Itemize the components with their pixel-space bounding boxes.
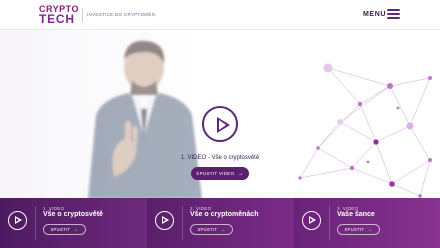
play-icon[interactable]: [202, 106, 238, 142]
card-start-label: SPUSTIT: [50, 227, 71, 232]
video-card-1[interactable]: 1. VIDEO Vše o cryptosvětě SPUSTIT →: [0, 198, 147, 248]
arrow-right-icon: →: [237, 170, 244, 177]
presenter-image: [88, 40, 202, 198]
play-icon[interactable]: [8, 211, 27, 230]
logo-text-bottom: TECH: [39, 12, 75, 26]
video-title: 1. VIDEO - Vše o cryptosvětě: [180, 155, 260, 161]
card-divider: [329, 206, 330, 240]
hero-section: 1. VIDEO - Vše o cryptosvětě SPUSTIT VID…: [0, 31, 440, 198]
arrow-right-icon: →: [73, 226, 79, 233]
video-cards: 1. VIDEO Vše o cryptosvětě SPUSTIT → 2. …: [0, 198, 440, 248]
play-icon[interactable]: [155, 211, 174, 230]
crypto-tech-logo[interactable]: CRYPTO TECH: [39, 5, 79, 26]
site-tagline: INVESTICE DO CRYPTOMĚN: [87, 12, 156, 17]
card-start-button[interactable]: SPUSTIT →: [43, 224, 86, 235]
arrow-right-icon: →: [220, 226, 226, 233]
start-video-label: SPUSTIT VIDEO: [196, 171, 235, 176]
network-graphic: [298, 63, 432, 198]
arrow-right-icon: →: [367, 226, 373, 233]
card-start-label: SPUSTIT: [197, 227, 218, 232]
play-icon[interactable]: [302, 211, 321, 230]
card-title: Vše o cryptoměnách: [190, 211, 259, 218]
start-video-button[interactable]: SPUSTIT VIDEO →: [191, 167, 249, 180]
card-start-button[interactable]: SPUSTIT →: [337, 224, 380, 235]
site-header: CRYPTO TECH INVESTICE DO CRYPTOMĚN MENU: [0, 0, 440, 30]
card-title: Vaše šance: [337, 211, 375, 218]
card-divider: [182, 206, 183, 240]
page: CRYPTO TECH INVESTICE DO CRYPTOMĚN MENU: [0, 0, 440, 248]
card-title: Vše o cryptosvětě: [43, 211, 103, 218]
logo-divider: [82, 8, 83, 22]
video-card-2[interactable]: 2. VIDEO Vše o cryptoměnách SPUSTIT →: [147, 198, 294, 248]
card-start-button[interactable]: SPUSTIT →: [190, 224, 233, 235]
card-divider: [35, 206, 36, 240]
video-card-3[interactable]: 3. VIDEO Vaše šance SPUSTIT →: [294, 198, 440, 248]
menu-label[interactable]: MENU: [363, 11, 386, 18]
hamburger-icon[interactable]: [387, 9, 400, 20]
card-start-label: SPUSTIT: [344, 227, 365, 232]
